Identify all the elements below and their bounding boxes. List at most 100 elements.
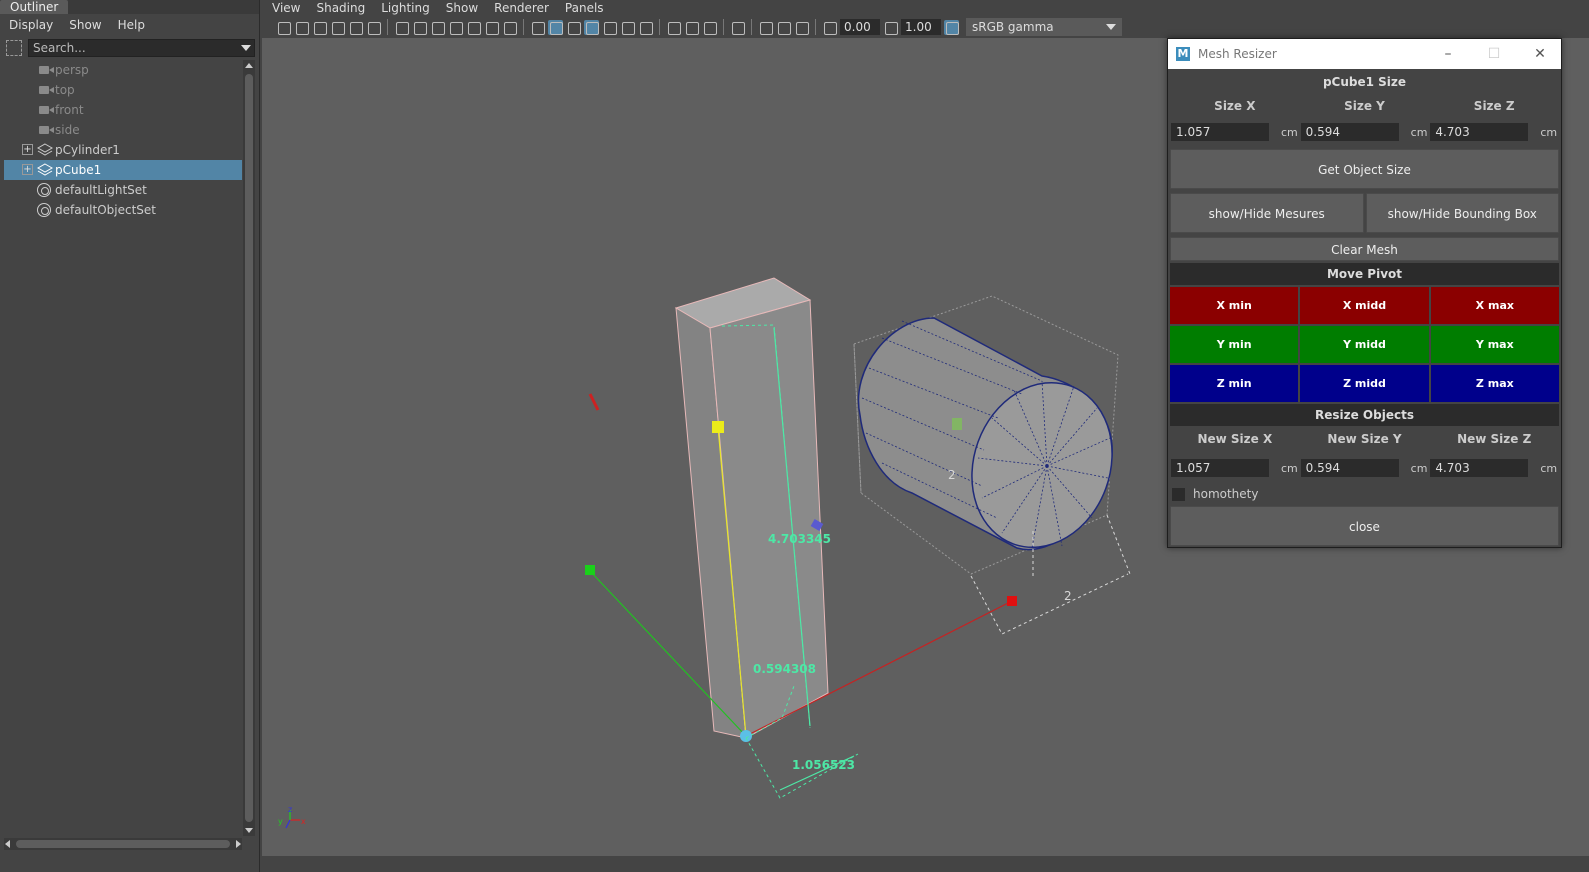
bookmark-icon[interactable] [312, 20, 327, 35]
scroll-up-icon[interactable] [245, 63, 253, 68]
isolate-select-icon[interactable] [730, 20, 745, 35]
grid-icon[interactable] [394, 20, 409, 35]
anti-aliasing-icon[interactable] [702, 20, 717, 35]
close-button[interactable]: close [1170, 506, 1559, 546]
outliner-vertical-scrollbar[interactable] [243, 60, 255, 836]
new-size-y-group: 0.594 cm [1300, 459, 1430, 477]
field-chart-icon[interactable] [466, 20, 481, 35]
list-item-pcube1[interactable]: + pCube1 [4, 160, 242, 180]
list-item-side[interactable]: side [4, 120, 242, 140]
xray-joints-icon[interactable] [794, 20, 809, 35]
search-dropdown-icon[interactable] [241, 45, 251, 51]
select-camera-icon[interactable] [276, 20, 291, 35]
default-material-icon[interactable] [566, 20, 581, 35]
size-z-field[interactable]: 4.703 [1430, 123, 1529, 141]
new-size-z-group: 4.703 cm [1429, 459, 1559, 477]
set-icon [37, 203, 51, 217]
size-x-field[interactable]: 1.057 [1171, 123, 1269, 141]
pivot-z-min-button[interactable]: Z min [1170, 365, 1299, 402]
color-management-icon[interactable] [944, 19, 959, 35]
menu-show[interactable]: Show [446, 1, 478, 15]
menu-panels[interactable]: Panels [565, 1, 604, 15]
list-item-defaultobjectset[interactable]: defaultObjectSet [4, 200, 242, 220]
clear-mesh-button[interactable]: Clear Mesh [1170, 237, 1559, 261]
selection-filter-icon[interactable] [6, 40, 22, 56]
size-y-field[interactable]: 0.594 [1300, 123, 1399, 141]
motion-blur-icon[interactable] [684, 20, 699, 35]
list-item-pcylinder1[interactable]: + pCylinder1 [4, 140, 242, 160]
list-item-persp[interactable]: persp [4, 60, 242, 80]
homothety-checkbox[interactable] [1172, 487, 1185, 501]
camera-icon [39, 86, 54, 94]
maximize-icon[interactable]: ☐ [1471, 39, 1517, 69]
image-plane-icon[interactable] [330, 20, 345, 35]
expand-icon[interactable]: + [22, 164, 33, 175]
scroll-left-icon[interactable] [5, 840, 10, 848]
list-item-top[interactable]: top [4, 80, 242, 100]
scroll-thumb[interactable] [245, 74, 253, 822]
new-size-y-field[interactable]: 0.594 [1300, 459, 1399, 477]
new-size-z-field[interactable]: 4.703 [1430, 459, 1529, 477]
pivot-x-midd-button[interactable]: X midd [1300, 287, 1429, 324]
scroll-down-icon[interactable] [245, 828, 253, 833]
wireframe-icon[interactable] [530, 20, 545, 35]
safe-title-icon[interactable] [502, 20, 517, 35]
gate-mask-icon[interactable] [448, 20, 463, 35]
list-item-defaultlightset[interactable]: defaultLightSet [4, 180, 242, 200]
lights-icon[interactable] [620, 20, 635, 35]
new-size-labels-row: New Size X New Size Y New Size Z [1170, 426, 1559, 452]
new-size-x-group: 1.057 cm [1170, 459, 1300, 477]
menu-help[interactable]: Help [118, 18, 145, 32]
outliner-tab[interactable]: Outliner [0, 0, 69, 14]
safe-action-icon[interactable] [484, 20, 499, 35]
menu-show[interactable]: Show [69, 18, 101, 32]
window-body: pCube1 Size Size X Size Y Size Z 1.057 c… [1168, 69, 1561, 548]
show-hide-bounding-box-button[interactable]: show/Hide Bounding Box [1365, 193, 1559, 233]
search-input[interactable]: Search... [28, 39, 255, 57]
window-titlebar[interactable]: M Mesh Resizer – ☐ ✕ [1168, 39, 1561, 69]
homothety-label: homothety [1193, 487, 1259, 501]
menu-display[interactable]: Display [9, 18, 53, 32]
pivot-x-min-button[interactable]: X min [1170, 287, 1299, 324]
pivot-z-max-button[interactable]: Z max [1430, 365, 1559, 402]
menu-shading[interactable]: Shading [316, 1, 365, 15]
grease-pencil-icon[interactable] [366, 20, 381, 35]
close-icon[interactable]: ✕ [1517, 39, 1563, 69]
xray-active-icon[interactable] [776, 20, 791, 35]
camera-attributes-icon[interactable] [294, 20, 309, 35]
exposure-input[interactable]: 0.00 [840, 19, 880, 35]
film-gate-icon[interactable] [412, 20, 427, 35]
pivot-y-midd-button[interactable]: Y midd [1300, 326, 1429, 363]
show-hide-measures-button[interactable]: show/Hide Mesures [1170, 193, 1364, 233]
textured-icon[interactable] [602, 20, 617, 35]
gamma-icon[interactable] [883, 20, 898, 35]
shadows-icon[interactable] [638, 20, 653, 35]
menu-view[interactable]: View [272, 1, 300, 15]
pivot-center-handle [740, 730, 752, 742]
menu-renderer[interactable]: Renderer [494, 1, 549, 15]
menu-lighting[interactable]: Lighting [381, 1, 430, 15]
gamma-input[interactable]: 1.00 [901, 19, 941, 35]
2d-pan-zoom-icon[interactable] [348, 20, 363, 35]
pivot-y-min-button[interactable]: Y min [1170, 326, 1299, 363]
chevron-down-icon[interactable] [1106, 24, 1116, 30]
minimize-icon[interactable]: – [1425, 39, 1471, 69]
outliner-horizontal-scrollbar[interactable] [4, 838, 242, 850]
exposure-icon[interactable] [822, 20, 837, 35]
smooth-shade-icon[interactable] [548, 19, 563, 35]
list-item-front[interactable]: front [4, 100, 242, 120]
pivot-x-max-button[interactable]: X max [1430, 287, 1559, 324]
resolution-gate-icon[interactable] [430, 20, 445, 35]
xray-icon[interactable] [758, 20, 773, 35]
pivot-z-midd-button[interactable]: Z midd [1300, 365, 1429, 402]
pivot-y-max-button[interactable]: Y max [1430, 326, 1559, 363]
new-size-x-field[interactable]: 1.057 [1171, 459, 1269, 477]
wireframe-on-shaded-icon[interactable] [584, 19, 599, 35]
get-object-size-button[interactable]: Get Object Size [1170, 149, 1559, 189]
color-space-select[interactable]: sRGB gamma [966, 18, 1122, 36]
scroll-thumb[interactable] [16, 840, 230, 848]
mesh-icon [36, 143, 54, 157]
scroll-right-icon[interactable] [236, 840, 241, 848]
screen-space-ao-icon[interactable] [666, 20, 681, 35]
expand-icon[interactable]: + [22, 144, 33, 155]
